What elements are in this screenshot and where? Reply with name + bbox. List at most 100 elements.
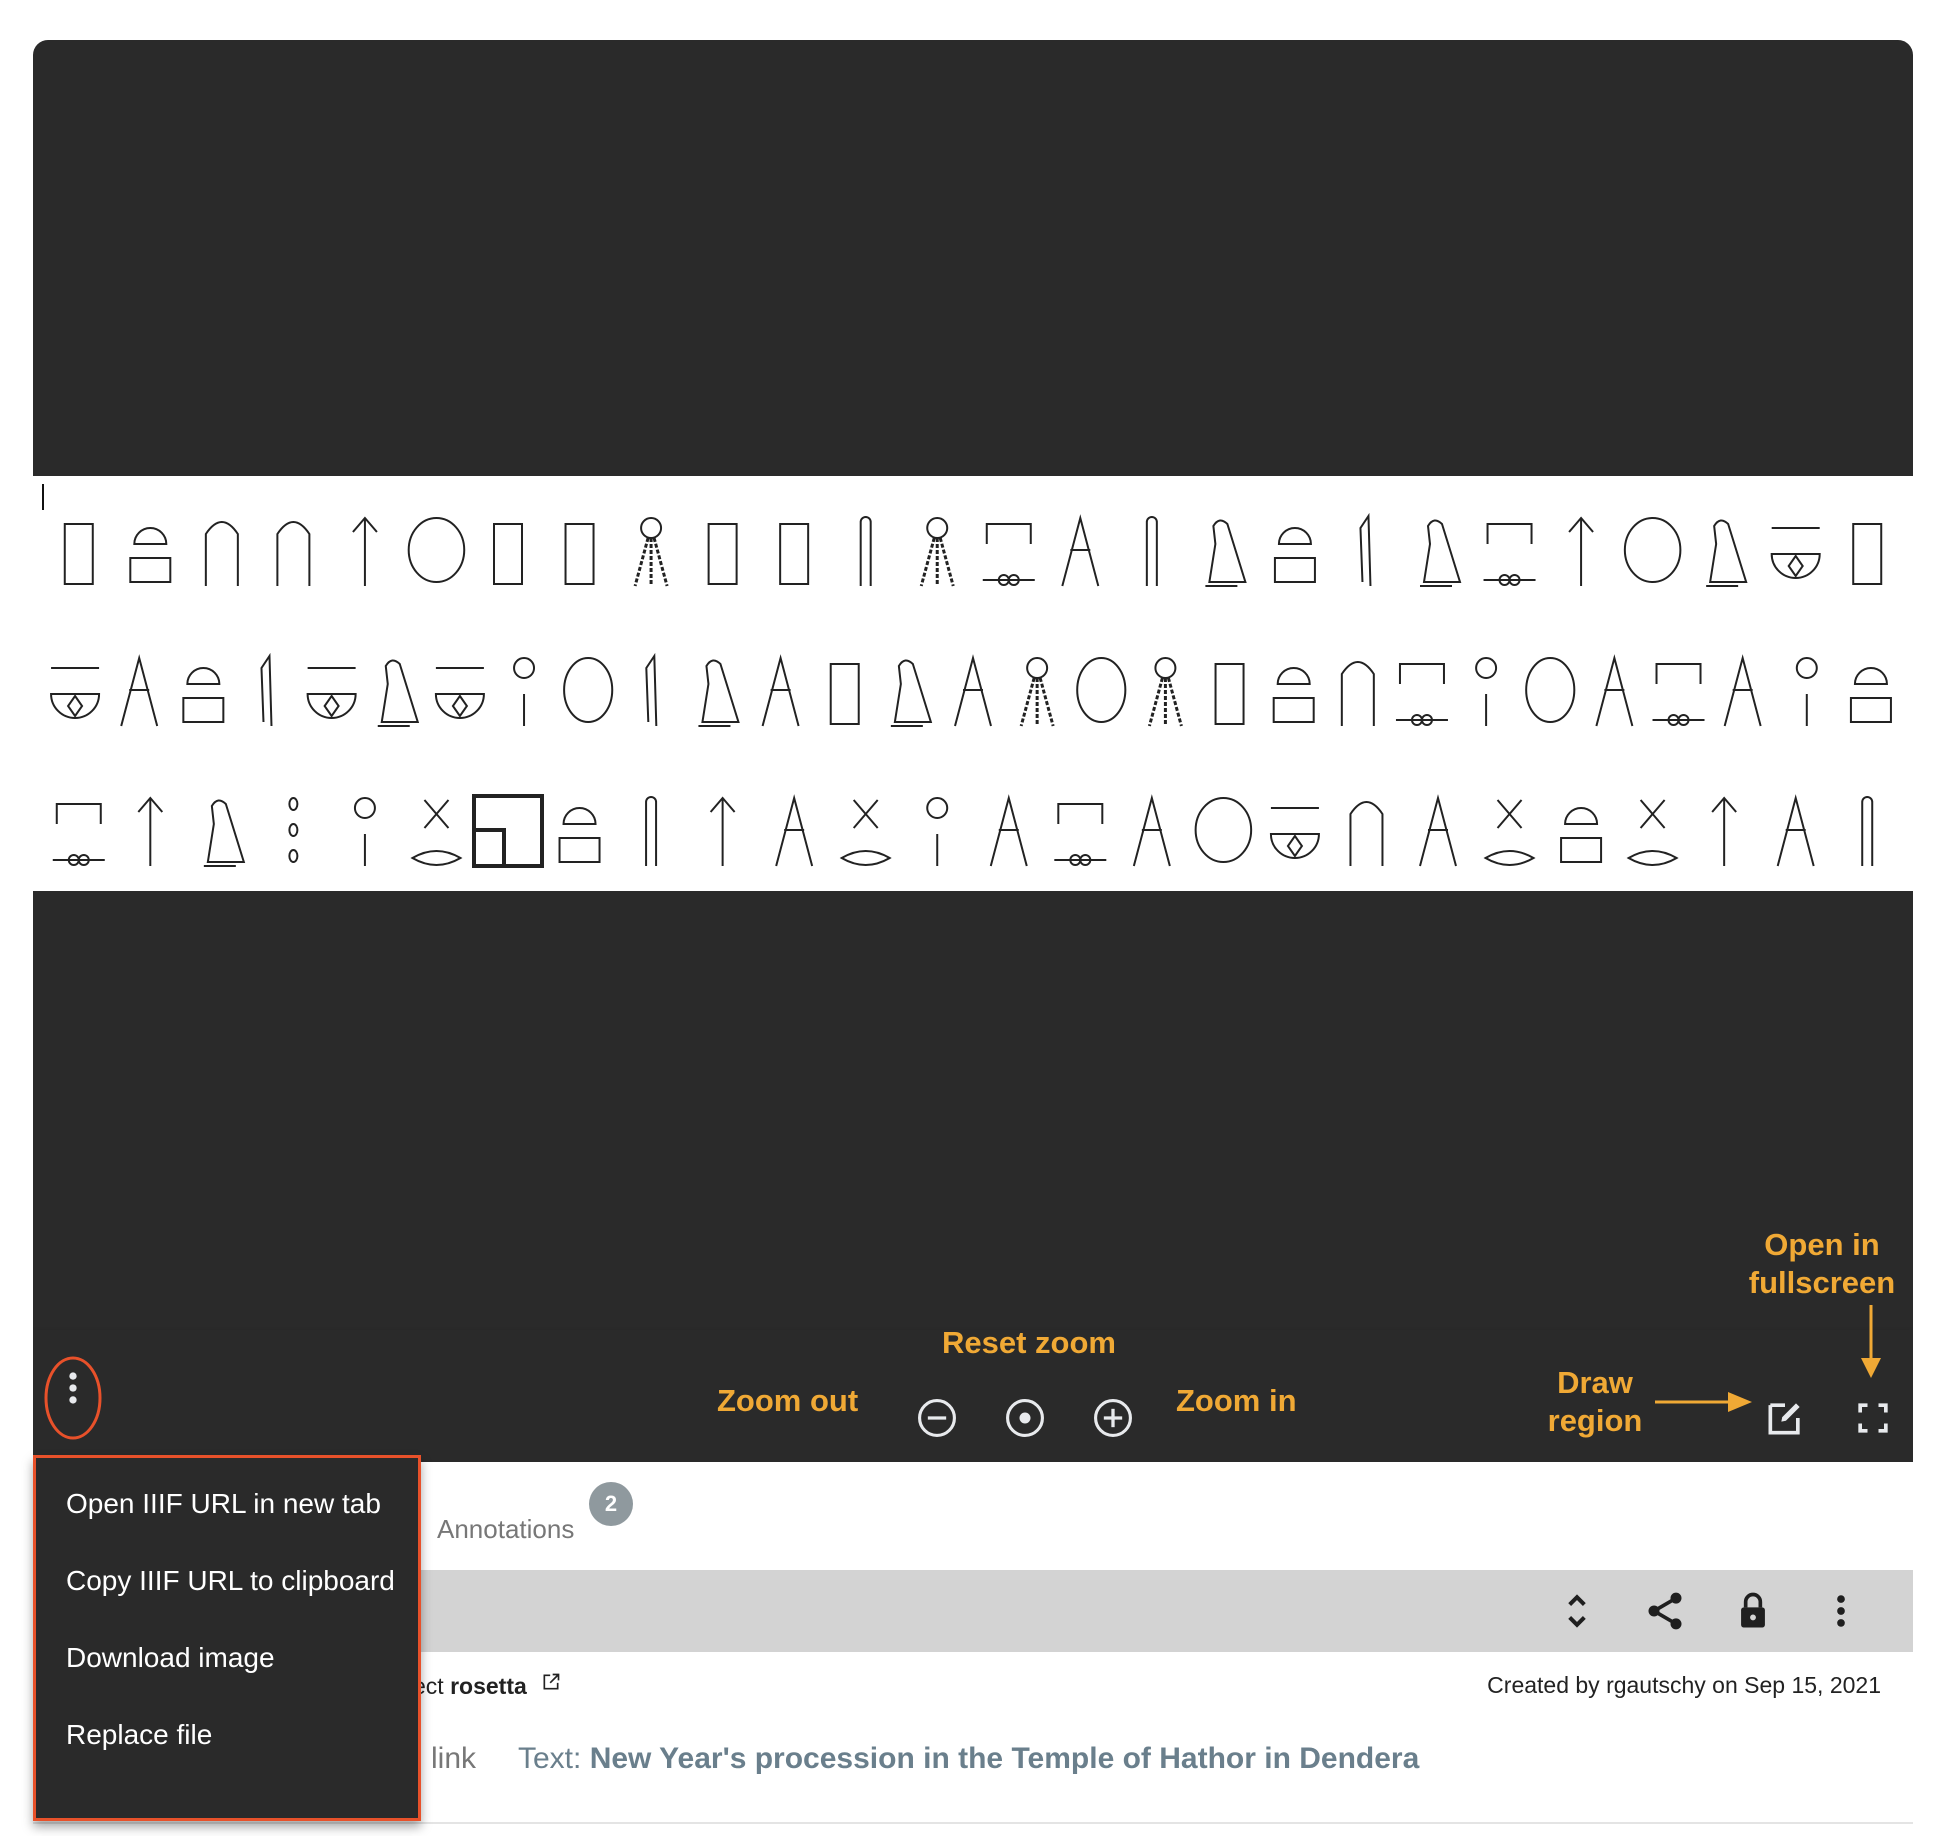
menu-item-download-image[interactable]: Download image [66, 1642, 275, 1674]
lock-icon [1741, 1592, 1765, 1628]
draw-region-button[interactable] [1763, 1396, 1807, 1440]
glyph-quail [698, 659, 740, 727]
glyph-strokes [563, 657, 614, 723]
glyph-knife [645, 652, 658, 727]
overflow-menu: Open IIIF URL in new tab Copy IIIF URL t… [33, 1455, 421, 1821]
zoom-in-callout: Zoom in [1176, 1383, 1297, 1418]
menu-item-open-iiif[interactable]: Open IIIF URL in new tab [66, 1488, 381, 1520]
glyph-flag [1214, 663, 1245, 725]
zoom-out-button[interactable] [915, 1396, 959, 1440]
item-more-button[interactable] [1819, 1589, 1863, 1633]
more-vert-icon [69, 1372, 77, 1404]
share-button[interactable] [1643, 1589, 1687, 1633]
more-vert-icon [1837, 1595, 1845, 1627]
glyph-ankh [761, 654, 800, 727]
glyph-head-over-stroke [1475, 657, 1498, 726]
menu-item-replace-file[interactable]: Replace file [66, 1719, 212, 1751]
glyph-palm-bread [1272, 667, 1315, 723]
fullscreen-button[interactable] [1851, 1396, 1895, 1440]
glyph-three-baskets [434, 667, 485, 719]
zoom-in-icon [1094, 1399, 1132, 1437]
draw-region-callout-line1: Draw [1557, 1365, 1633, 1400]
glyph-bead-collar [919, 517, 955, 587]
lock-button[interactable] [1731, 1589, 1775, 1633]
glyph-column [1132, 794, 1171, 867]
fullscreen-callout: Open in fullscreen [1742, 1226, 1902, 1302]
glyph-snake-over-tie [1395, 663, 1448, 726]
glyph-owl [1205, 519, 1247, 587]
glyph-snake-over-tie [982, 523, 1035, 586]
glyph-ring-stand [204, 521, 239, 586]
glyph-mace [120, 654, 159, 727]
draw-region-callout-line2: region [1547, 1403, 1643, 1438]
project-link[interactable]: ect rosetta [413, 1672, 561, 1700]
tab-annotations-label: Annotations [437, 1514, 575, 1544]
draw-region-callout: Draw region [1535, 1364, 1655, 1440]
glyph-bread-over-box [1273, 527, 1316, 583]
glyph-bread-over-basket [129, 527, 172, 583]
glyph-pot-stand [1419, 794, 1457, 867]
reset-zoom-callout: Reset zoom [942, 1325, 1116, 1360]
glyph-bread-over-door [558, 807, 601, 863]
external-link-icon [543, 1673, 560, 1690]
glyph-jug [564, 523, 595, 585]
glyph-sceptre [1852, 523, 1883, 585]
glyph-three-dots [288, 797, 299, 863]
more-options-button[interactable] [51, 1366, 95, 1410]
text-cursor [42, 484, 44, 510]
zoom-in-button[interactable] [1091, 1396, 1135, 1440]
created-by: Created by rgautschy on Sep 15, 2021 [1487, 1672, 1881, 1698]
zoom-out-icon [918, 1399, 956, 1437]
glyph-sic-coil [276, 521, 311, 586]
glyph-square-house [472, 794, 545, 868]
glyph-cross-over-lens [839, 799, 892, 866]
link-label[interactable]: link [431, 1742, 476, 1776]
project-name: rosetta [450, 1673, 527, 1699]
glyph-plant-stem [709, 796, 736, 866]
text-prefix: Text: [518, 1742, 582, 1775]
glyph-head-over-stroke [513, 657, 536, 726]
reset-zoom-icon [1006, 1399, 1044, 1437]
glyph-knife [1359, 512, 1372, 587]
glyph-cross-over-lens [1483, 799, 1536, 866]
glyph-pot-bread [1849, 667, 1892, 723]
glyph-coil-staff [859, 516, 872, 586]
image-viewer[interactable] [33, 40, 1913, 1462]
glyph-rect-over-bench [63, 523, 94, 585]
glyph-eye-over-bar [1723, 654, 1762, 727]
glyph-knife [260, 652, 273, 727]
tab-annotations[interactable]: Annotations [437, 1514, 574, 1545]
fullscreen-callout-line2: fullscreen [1748, 1265, 1896, 1300]
glyph-basket-over-steps [1770, 527, 1821, 579]
glyph-staff-bent [1145, 516, 1158, 586]
glyph-plant-stem [1568, 516, 1594, 586]
expand-collapse-icon [1568, 1594, 1586, 1628]
text-title: New Year's procession in the Temple of H… [589, 1742, 1420, 1775]
glyph-head-over-stroke [1795, 657, 1818, 726]
glyph-bead-collar [1147, 657, 1183, 727]
annotations-count-badge: 2 [589, 1482, 633, 1526]
glyph-basket [1269, 807, 1320, 859]
glyph-rope-coil [954, 654, 992, 727]
glyph-hill-box [1525, 657, 1576, 723]
glyph-lizard [775, 794, 814, 867]
glyph-plant-stem [137, 796, 164, 866]
expand-collapse-button[interactable] [1555, 1589, 1599, 1633]
glyph-collar-over-loaf [633, 517, 669, 587]
glyph-bead-collar [1019, 657, 1055, 727]
glyph-jackal [1061, 514, 1100, 587]
glyph-rope [1595, 654, 1634, 727]
glyph-raven [890, 659, 933, 727]
glyph-head-over-stroke [926, 797, 949, 866]
glyph-coil-over-bread [1560, 807, 1603, 863]
linked-text[interactable]: Text: New Year's procession in the Templ… [518, 1742, 1419, 1776]
glyph-horn-bow [493, 523, 524, 585]
glyph-head-over-stroke [353, 797, 376, 866]
glyph-djed-horns [829, 663, 860, 725]
glyph-ankh-djed [779, 523, 810, 585]
fullscreen-icon [1858, 1403, 1888, 1433]
menu-item-copy-iiif[interactable]: Copy IIIF URL to clipboard [66, 1565, 395, 1597]
share-icon [1648, 1592, 1682, 1630]
glyph-bread-pair [182, 667, 225, 723]
reset-zoom-button[interactable] [1003, 1396, 1047, 1440]
